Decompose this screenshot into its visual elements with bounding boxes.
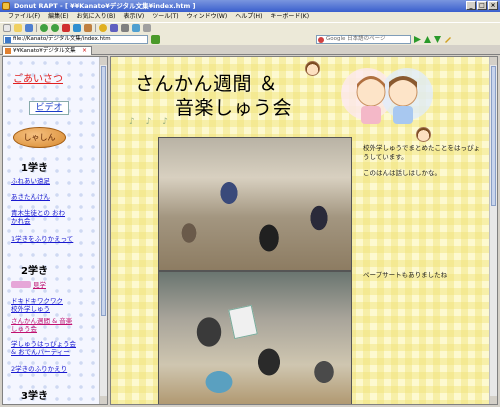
maximize-button[interactable]: □ bbox=[477, 1, 487, 10]
address-value: file://Kanato/デジタル文集/index.htm bbox=[13, 35, 111, 42]
history-icon[interactable] bbox=[110, 24, 118, 32]
arrow-right-icon[interactable] bbox=[414, 35, 421, 43]
nav-link-photo[interactable]: しゃしん bbox=[13, 127, 66, 148]
blurred-text bbox=[11, 281, 31, 288]
content-text-presentation: 校外学しゅうでまとめたことをはっぴょうしています。 bbox=[363, 144, 480, 161]
nav-link-excursion[interactable]: ふれあい遠足 bbox=[11, 177, 50, 185]
menu-help[interactable]: ヘルプ(H) bbox=[231, 12, 266, 22]
nav-link-observation-week[interactable]: さんかん週間 & 音楽しゅう会 bbox=[11, 317, 73, 333]
menu-bar: ファイル(F) 編集(E) お気に入り(B) 表示(V) ツール(T) ウィンド… bbox=[0, 12, 500, 22]
menu-edit[interactable]: 編集(E) bbox=[44, 12, 72, 22]
nav-link-field-trip[interactable]: ドキドキワクワク 校外学しゅう bbox=[11, 297, 71, 313]
settings-icon[interactable] bbox=[143, 24, 151, 32]
book-prop bbox=[228, 304, 258, 340]
stop-icon[interactable] bbox=[62, 24, 70, 32]
photo-class-observation bbox=[158, 137, 352, 271]
arrow-up-icon[interactable] bbox=[424, 35, 431, 43]
scroll-thumb[interactable] bbox=[491, 66, 496, 206]
zoom-icon[interactable] bbox=[132, 24, 140, 32]
tab-page-icon bbox=[5, 48, 11, 54]
nav-scrollbar[interactable] bbox=[99, 57, 107, 404]
nav-link-tour[interactable]: 見学 bbox=[33, 281, 46, 289]
window-titlebar[interactable]: Donut RAPT - [ ¥¥Kanato¥デジタル文集¥index.htm… bbox=[0, 0, 500, 12]
scroll-down-button[interactable] bbox=[100, 396, 107, 404]
menu-favorites[interactable]: お気に入り(B) bbox=[73, 12, 120, 22]
menu-file[interactable]: ファイル(F) bbox=[4, 12, 44, 22]
toolbar-separator bbox=[36, 24, 37, 32]
pencil-icon[interactable] bbox=[444, 36, 451, 43]
google-icon bbox=[318, 36, 324, 43]
home-icon[interactable] bbox=[84, 24, 92, 32]
page-title-line2: 音楽しゅう会 bbox=[175, 97, 293, 119]
save-icon[interactable] bbox=[25, 24, 33, 32]
forward-icon[interactable] bbox=[51, 24, 59, 32]
toolbar-separator bbox=[95, 24, 96, 32]
main-toolbar bbox=[0, 22, 500, 33]
nav-link-grade1-review[interactable]: 1学きをふりかえって bbox=[11, 235, 73, 243]
content-text-puppet: ペープサートもありましたね bbox=[363, 271, 448, 279]
tab-index[interactable]: ¥¥Kanato¥デジタル文集¥index.htm × bbox=[2, 46, 92, 62]
new-window-icon[interactable] bbox=[3, 24, 11, 32]
grade1-heading: 1学き bbox=[21, 163, 48, 174]
scroll-up-button[interactable] bbox=[490, 57, 497, 65]
nav-link-morning-explore[interactable]: あさたんけん bbox=[11, 193, 50, 201]
content-text-group: このはんは話しはしかな。 bbox=[363, 169, 441, 177]
page-title-line1: さんかん週間 ＆ bbox=[135, 73, 279, 95]
menu-tools[interactable]: ツール(T) bbox=[148, 12, 182, 22]
open-folder-icon[interactable] bbox=[14, 24, 22, 32]
menu-window[interactable]: ウィンドウ(W) bbox=[183, 12, 232, 22]
menu-view[interactable]: 表示(V) bbox=[119, 12, 148, 22]
content-scrollbar[interactable] bbox=[489, 57, 497, 404]
scroll-down-button[interactable] bbox=[490, 396, 497, 404]
refresh-icon[interactable] bbox=[73, 24, 81, 32]
nav-link-presentation[interactable]: 学しゅうはっぴょう会 & おでんパーティー bbox=[11, 340, 81, 356]
tab-bar: ¥¥Kanato¥デジタル文集¥index.htm × bbox=[0, 45, 500, 62]
nav-link-farewell-party[interactable]: 青木生徒との おわかれ会 bbox=[11, 209, 65, 225]
tab-close-icon[interactable]: × bbox=[81, 48, 88, 55]
app-icon bbox=[2, 2, 10, 10]
search-input[interactable]: Google 日本語のページ bbox=[316, 34, 411, 44]
window-title: Donut RAPT - [ ¥¥Kanato¥デジタル文集¥index.htm… bbox=[14, 2, 196, 10]
photo-puppet-show bbox=[158, 271, 352, 404]
favorites-icon[interactable] bbox=[99, 24, 107, 32]
nav-frame: ごあいさつ ビデオ しゃしん 1学き ふれあい遠足 あさたんけん 青木生徒との … bbox=[2, 56, 108, 405]
music-notes-decoration: ♪ ♪ ♪ bbox=[129, 117, 172, 127]
nav-link-video[interactable]: ビデオ bbox=[29, 101, 69, 115]
close-button[interactable]: × bbox=[488, 1, 498, 10]
minimize-button[interactable]: _ bbox=[466, 1, 476, 10]
grade2-heading: 2学き bbox=[21, 266, 48, 277]
content-frame: さんかん週間 ＆ 音楽しゅう会 ♪ ♪ ♪ 校外学しゅうでまとめたことをはっぴょ… bbox=[110, 56, 498, 405]
children-illustration bbox=[341, 68, 433, 124]
nav-link-greeting[interactable]: ごあいさつ bbox=[13, 70, 63, 85]
scroll-up-button[interactable] bbox=[100, 57, 107, 65]
arrow-down-icon[interactable] bbox=[434, 35, 441, 43]
scroll-thumb[interactable] bbox=[101, 66, 106, 316]
print-icon[interactable] bbox=[121, 24, 129, 32]
search-placeholder: Google 日本語のページ bbox=[326, 35, 386, 42]
go-button[interactable] bbox=[151, 34, 160, 44]
child-face-icon bbox=[305, 61, 320, 76]
menu-keyboard[interactable]: キーボード(K) bbox=[266, 12, 313, 22]
grade3-heading: 3学き bbox=[21, 391, 48, 402]
address-toolbar: file://Kanato/デジタル文集/index.htm Google 日本… bbox=[0, 33, 500, 45]
nav-link-grade2-review[interactable]: 2学きのふりかえり bbox=[11, 365, 67, 373]
address-bar[interactable]: file://Kanato/デジタル文集/index.htm bbox=[3, 34, 148, 44]
back-icon[interactable] bbox=[40, 24, 48, 32]
window-controls: _ □ × bbox=[466, 1, 498, 10]
page-icon bbox=[5, 36, 11, 43]
